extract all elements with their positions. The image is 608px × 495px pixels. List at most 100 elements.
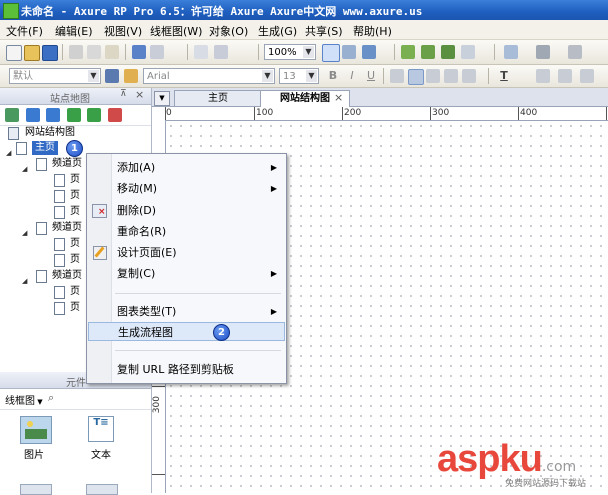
widget-placeholder[interactable] bbox=[86, 484, 118, 495]
menu-share[interactable]: 共享(S) bbox=[305, 23, 343, 39]
watermark-suffix: .com bbox=[541, 459, 577, 475]
cut-icon[interactable] bbox=[69, 45, 83, 59]
text-icon[interactable]: T≡ bbox=[88, 416, 114, 442]
add-page-icon[interactable] bbox=[5, 108, 19, 122]
undo-icon[interactable] bbox=[132, 45, 146, 59]
italic-button[interactable]: I bbox=[344, 68, 360, 84]
sitemap-item-root[interactable]: 网站结构图 bbox=[6, 125, 146, 141]
menu-view[interactable]: 视图(V) bbox=[104, 23, 142, 39]
menu-item-delete[interactable]: × 删除(D) bbox=[88, 201, 285, 220]
search-icon[interactable]: ⌕ bbox=[48, 391, 54, 405]
style-select[interactable]: 默认 ▼ bbox=[9, 68, 101, 84]
menu-file[interactable]: 文件(F) bbox=[6, 23, 43, 39]
collapse-icon[interactable]: ◢ bbox=[22, 273, 27, 289]
submenu-arrow-icon: ▶ bbox=[270, 163, 277, 172]
library-select[interactable]: 线框图 ▼ bbox=[5, 392, 43, 407]
sitemap-toolbar bbox=[0, 105, 151, 126]
line-spacing-icon[interactable] bbox=[462, 69, 476, 83]
menu-item-add[interactable]: 添加(A) ▶ bbox=[88, 158, 285, 177]
tab-list-icon[interactable]: ▼ bbox=[154, 91, 170, 106]
save-icon[interactable] bbox=[42, 45, 58, 61]
sitemap-item-label: 频道页 bbox=[52, 222, 82, 233]
underline-button[interactable]: U bbox=[363, 68, 379, 84]
move-down-icon[interactable] bbox=[46, 108, 60, 122]
align-right-icon[interactable] bbox=[426, 69, 440, 83]
outdent-page-icon[interactable] bbox=[87, 108, 101, 122]
text-color-button[interactable]: T bbox=[496, 68, 512, 84]
bullet-icon[interactable] bbox=[536, 69, 550, 83]
widget-placeholder[interactable] bbox=[20, 484, 52, 495]
menu-item-copy[interactable]: 复制(C) ▶ bbox=[88, 264, 285, 283]
pointer-icon[interactable] bbox=[322, 44, 340, 62]
collapse-icon[interactable]: ◢ bbox=[6, 145, 11, 161]
ungroup-icon[interactable] bbox=[421, 45, 435, 59]
format-painter-icon[interactable] bbox=[194, 45, 208, 59]
open-folder-icon[interactable] bbox=[24, 45, 40, 61]
font-size-select[interactable]: 13 ▼ bbox=[279, 68, 319, 84]
app-icon bbox=[3, 3, 19, 19]
collapse-icon[interactable]: ◢ bbox=[22, 161, 27, 177]
submenu-arrow-icon: ▶ bbox=[270, 307, 277, 316]
widgets-toolbar: 线框图 ▼ ⌕ bbox=[0, 389, 151, 410]
delete-page-icon[interactable] bbox=[108, 108, 122, 122]
menu-item-copy-url[interactable]: 复制 URL 路径到剪贴板 bbox=[88, 360, 285, 379]
zoom-value: 100% bbox=[268, 47, 297, 58]
paste-icon[interactable] bbox=[105, 45, 119, 59]
menu-wireframe[interactable]: 线框图(W) bbox=[150, 23, 202, 39]
sitemap-item-channel[interactable]: ◢ 频道页 bbox=[22, 268, 92, 285]
copy-icon[interactable] bbox=[87, 45, 101, 59]
menu-item-rename[interactable]: 重命名(R) bbox=[88, 222, 285, 241]
ruler-label: 200 bbox=[344, 108, 362, 118]
image-icon[interactable] bbox=[20, 416, 52, 444]
menu-generate[interactable]: 生成(G) bbox=[258, 23, 297, 39]
select-mode-icon[interactable] bbox=[214, 45, 228, 59]
menu-item-diagram-type[interactable]: 图表类型(T) ▶ bbox=[88, 302, 285, 321]
align-justify-icon[interactable] bbox=[444, 69, 458, 83]
menu-item-move[interactable]: 移动(M) ▶ bbox=[88, 179, 285, 198]
tab-home[interactable]: 主页 bbox=[174, 90, 262, 106]
font-family-select[interactable]: Arial ▼ bbox=[143, 68, 275, 84]
chevron-down-icon: ▼ bbox=[303, 46, 314, 58]
menu-item-label: 重命名(R) bbox=[117, 225, 167, 238]
indent-icon[interactable] bbox=[558, 69, 572, 83]
sitemap-item-channel[interactable]: ◢ 频道页 bbox=[22, 156, 92, 173]
line-color-icon[interactable] bbox=[536, 45, 550, 59]
close-icon[interactable]: × bbox=[135, 88, 144, 101]
new-icon[interactable] bbox=[6, 45, 22, 61]
menu-object[interactable]: 对象(O) bbox=[209, 23, 248, 39]
sitemap-item-label: 网站结构图 bbox=[25, 127, 75, 138]
close-tab-icon[interactable]: × bbox=[334, 91, 343, 104]
style-editor-icon[interactable] bbox=[105, 69, 119, 83]
outdent-icon[interactable] bbox=[580, 69, 594, 83]
menu-help[interactable]: 帮助(H) bbox=[353, 23, 392, 39]
menu-item-generate-flow[interactable]: 生成流程图 2 bbox=[88, 322, 285, 341]
redo-icon[interactable] bbox=[150, 45, 164, 59]
connector-icon[interactable] bbox=[342, 45, 356, 59]
zoom-select[interactable]: 100% ▼ bbox=[264, 44, 316, 60]
context-menu: 添加(A) ▶ 移动(M) ▶ × 删除(D) 重命名(R) 设计页面(E) 复… bbox=[86, 153, 287, 384]
bold-button[interactable]: B bbox=[325, 68, 341, 84]
group-icon[interactable] bbox=[401, 45, 415, 59]
menu-item-label: 图表类型(T) bbox=[117, 305, 177, 318]
menu-bar: 文件(F) 编辑(E) 视图(V) 线框图(W) 对象(O) 生成(G) 共享(… bbox=[0, 20, 608, 40]
menu-item-design-page[interactable]: 设计页面(E) bbox=[88, 243, 285, 262]
menu-edit[interactable]: 编辑(E) bbox=[55, 23, 93, 39]
flow-connector-icon[interactable] bbox=[362, 45, 376, 59]
widget-label-image: 图片 bbox=[24, 450, 44, 461]
page-tab-bar: ▼ 主页 网站结构图 × bbox=[152, 88, 608, 107]
move-up-icon[interactable] bbox=[26, 108, 40, 122]
send-back-icon[interactable] bbox=[461, 45, 475, 59]
indent-page-icon[interactable] bbox=[67, 108, 81, 122]
font-family-value: Arial bbox=[147, 71, 170, 82]
sitemap-item-channel[interactable]: ◢ 频道页 bbox=[22, 220, 92, 237]
fill-color-icon[interactable] bbox=[504, 45, 518, 59]
align-center-icon[interactable] bbox=[408, 69, 424, 85]
pin-icon[interactable]: ⊼ bbox=[120, 89, 127, 99]
align-left-icon[interactable] bbox=[390, 69, 404, 83]
menu-item-label: 复制 URL 路径到剪贴板 bbox=[117, 363, 234, 376]
collapse-icon[interactable]: ◢ bbox=[22, 225, 27, 241]
ruler-label: 100 bbox=[256, 108, 274, 118]
format-brush-icon[interactable] bbox=[124, 69, 138, 83]
line-width-icon[interactable] bbox=[568, 45, 582, 59]
bring-front-icon[interactable] bbox=[441, 45, 455, 59]
